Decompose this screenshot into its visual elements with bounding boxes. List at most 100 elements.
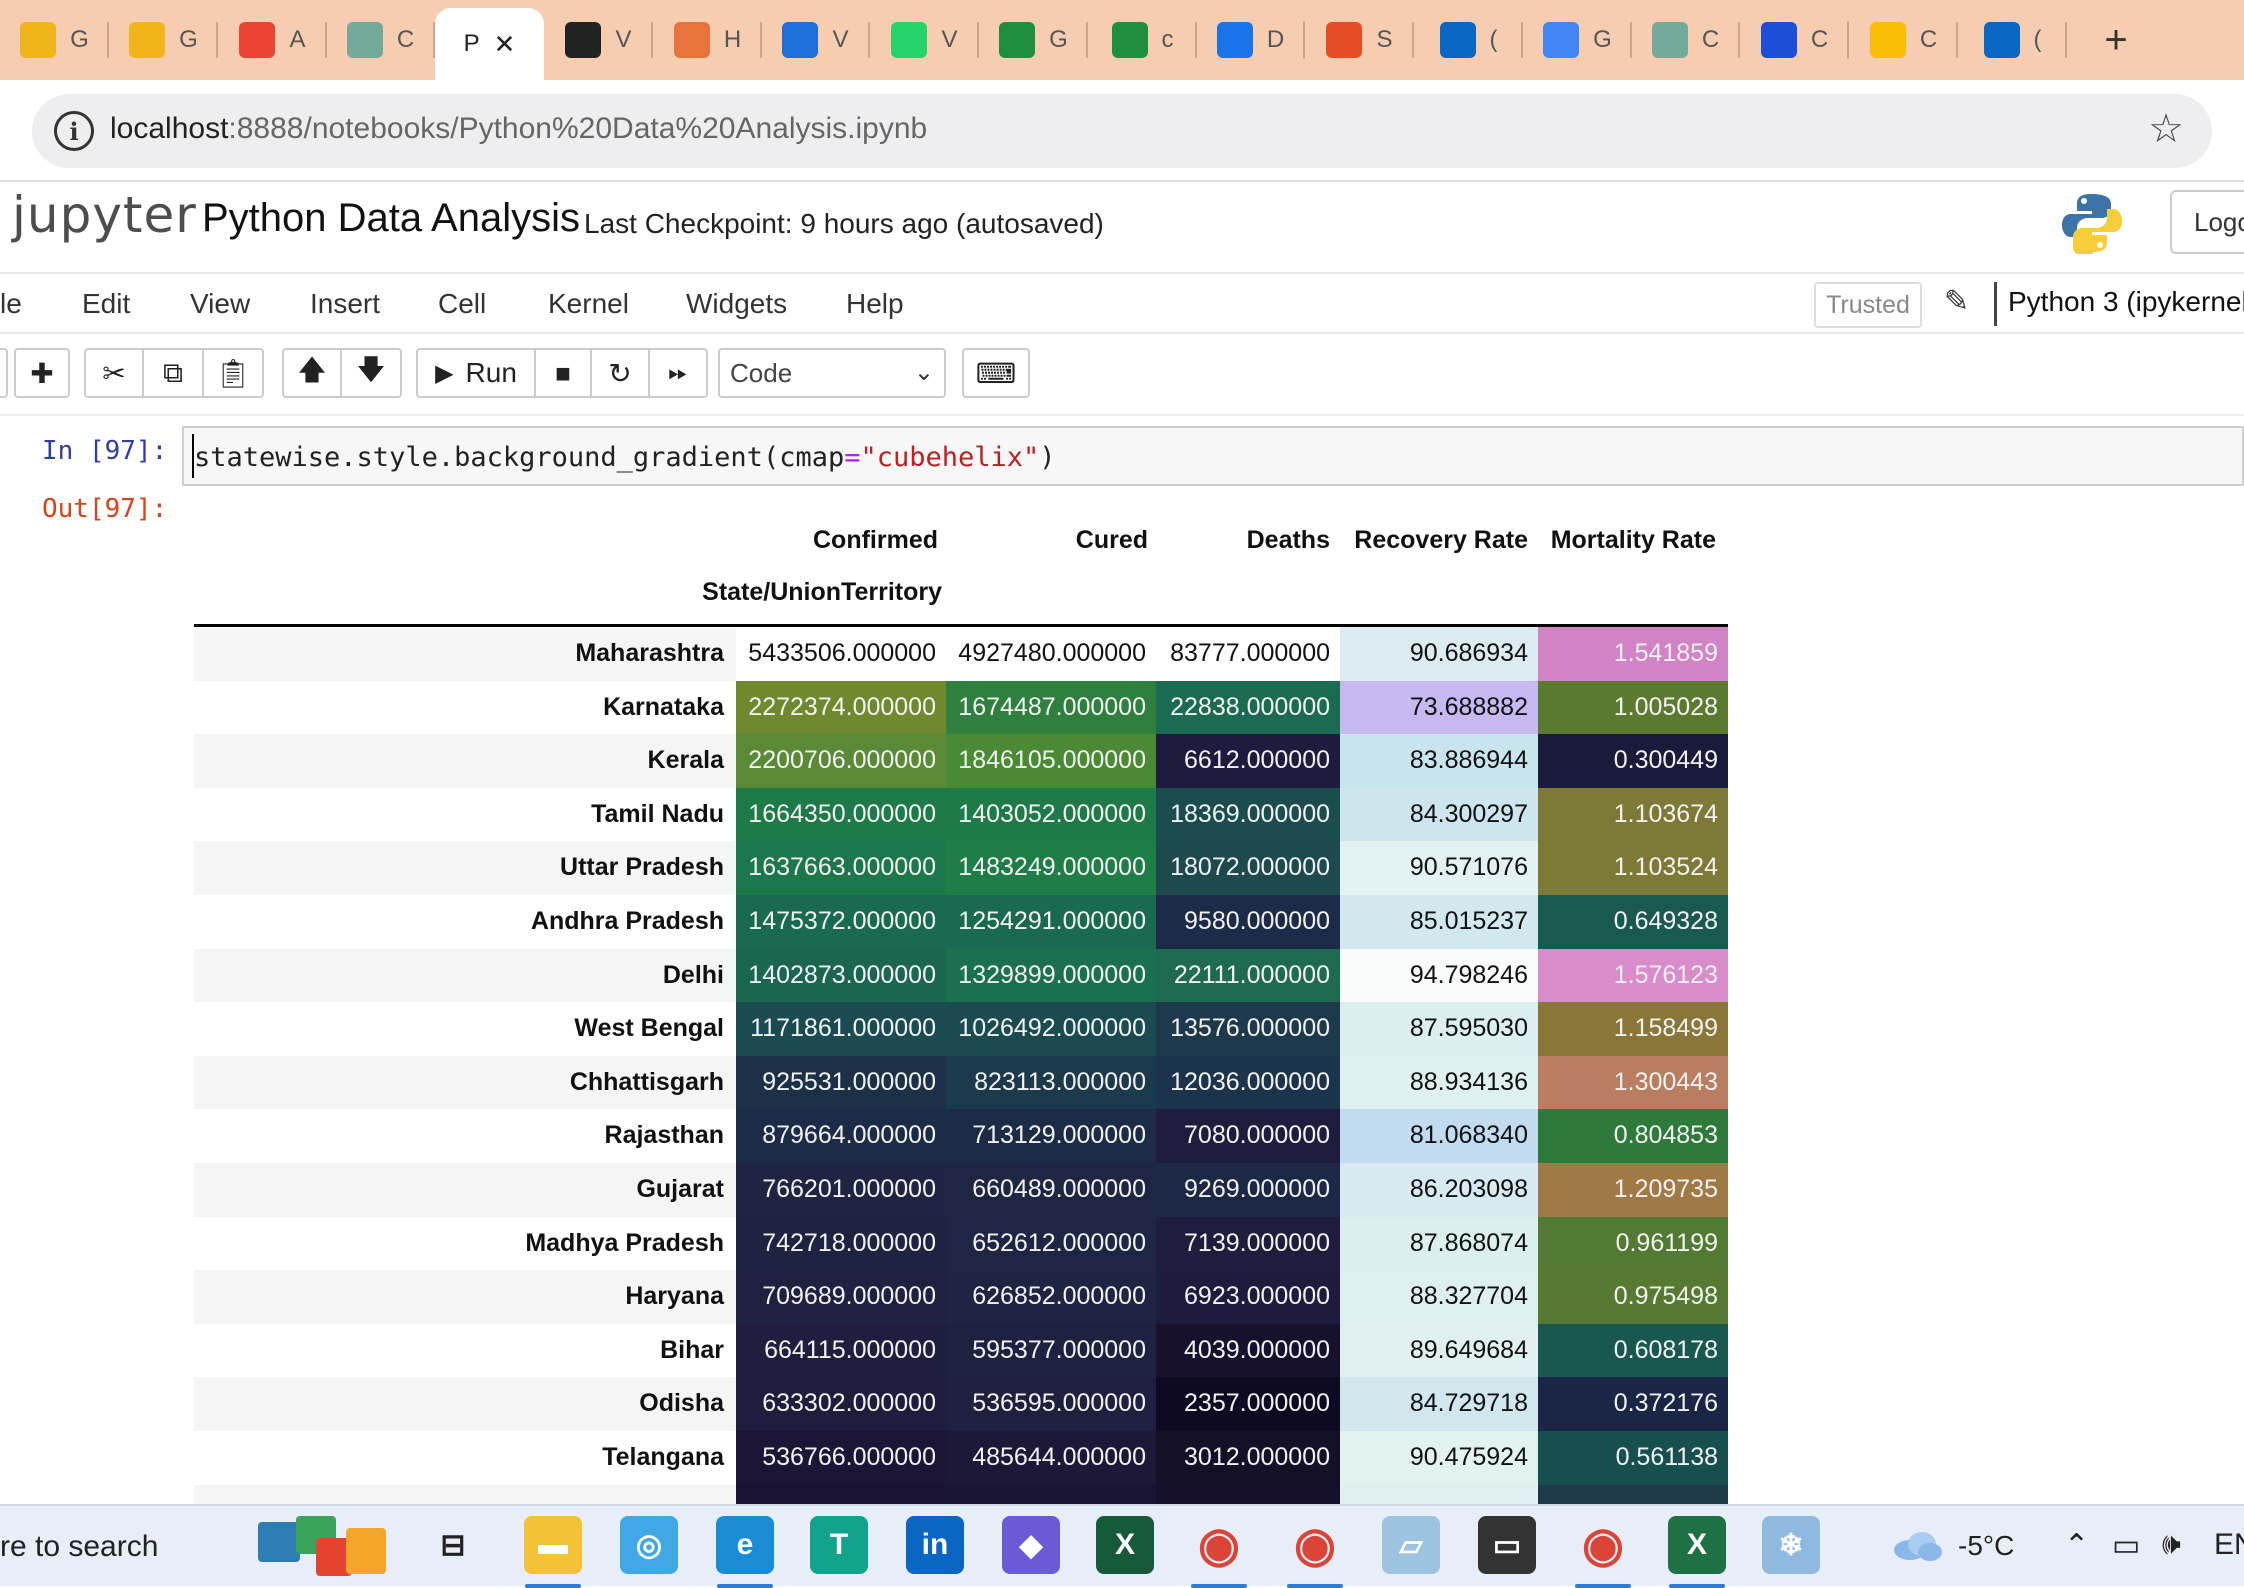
teams-t-icon[interactable]: T bbox=[810, 1516, 868, 1574]
jupyter-logo[interactable]: jupyter bbox=[12, 186, 197, 244]
browser-tab-3[interactable]: A bbox=[218, 0, 327, 80]
stop-icon: ■ bbox=[555, 357, 571, 388]
browser-tab-14[interactable]: ( bbox=[1414, 0, 1523, 80]
command-palette-button[interactable]: ⌨ bbox=[962, 348, 1030, 398]
volume-icon[interactable]: 🕪︎ bbox=[2162, 1528, 2181, 1562]
site-info-icon[interactable]: i bbox=[54, 111, 94, 151]
menu-widgets[interactable]: Widgets bbox=[686, 288, 787, 320]
paste-icon: 📋︎ bbox=[215, 357, 251, 389]
table-row: Odisha 633302.000000 536595.000000 2357.000… bbox=[194, 1377, 1728, 1431]
move-up-button[interactable]: 🡅 bbox=[282, 348, 342, 398]
table-row: Haryana 709689.000000 626852.000000 6923.00… bbox=[194, 1270, 1728, 1324]
code-text[interactable]: statewise.style.background_gradient(cmap… bbox=[194, 442, 1056, 473]
menu-file[interactable]: le bbox=[0, 288, 22, 320]
excel-icon[interactable]: X bbox=[1668, 1516, 1726, 1574]
notes-icon[interactable]: ▱ bbox=[1382, 1516, 1440, 1574]
browser-tab-9[interactable]: V bbox=[870, 0, 979, 80]
new-tab-button[interactable]: + bbox=[2090, 14, 2142, 66]
tab-title: S bbox=[1376, 26, 1393, 53]
row-index-label: Delhi bbox=[194, 948, 736, 1003]
file-explorer-icon[interactable]: ▬ bbox=[524, 1516, 582, 1574]
address-bar[interactable]: i localhost:8888/notebooks/Python%20Data… bbox=[32, 94, 2212, 168]
row-index-label: Andhra Pradesh bbox=[194, 894, 736, 949]
restart-button[interactable]: ↻ bbox=[590, 348, 650, 398]
battery-icon[interactable]: ▭ bbox=[2112, 1528, 2140, 1563]
browser-tab-7[interactable]: H bbox=[653, 0, 762, 80]
cortana-icon[interactable]: ◎ bbox=[620, 1516, 678, 1574]
kernel-name[interactable]: Python 3 (ipykernel) bbox=[2008, 286, 2244, 318]
browser-tab-10[interactable]: G bbox=[979, 0, 1088, 80]
chrome-profile-icon[interactable]: ◉ bbox=[1286, 1516, 1344, 1574]
menu-kernel[interactable]: Kernel bbox=[548, 288, 629, 320]
copy-button[interactable]: ⧉ bbox=[142, 348, 204, 398]
browser-tab-4[interactable]: C bbox=[326, 0, 435, 80]
menu-edit[interactable]: Edit bbox=[82, 288, 130, 320]
browser-tab-6[interactable]: V bbox=[544, 0, 653, 80]
save-button[interactable] bbox=[0, 348, 8, 398]
cell-confirmed: 5433506.000000 bbox=[736, 627, 946, 681]
close-tab-icon[interactable]: ✕ bbox=[494, 29, 516, 60]
menu-view[interactable]: View bbox=[190, 288, 250, 320]
insert-cell-button[interactable]: ✚ bbox=[14, 348, 70, 398]
browser-tab-15[interactable]: G bbox=[1523, 0, 1632, 80]
temperature[interactable]: -5°C bbox=[1958, 1530, 2014, 1562]
copilot-icon[interactable]: ◆ bbox=[1002, 1516, 1060, 1574]
paste-button[interactable]: 📋︎ bbox=[202, 348, 264, 398]
cut-button[interactable]: ✂ bbox=[84, 348, 144, 398]
browser-tab-19[interactable]: ( bbox=[1958, 0, 2067, 80]
bookmark-star-icon[interactable]: ☆ bbox=[2148, 106, 2184, 152]
restart-run-all-button[interactable]: ⏩︎ bbox=[648, 348, 708, 398]
cell-deaths: 7080.000000 bbox=[1156, 1109, 1340, 1163]
interrupt-button[interactable]: ■ bbox=[534, 348, 592, 398]
linkedin-icon[interactable]: in bbox=[906, 1516, 964, 1574]
browser-tab-11[interactable]: c bbox=[1088, 0, 1197, 80]
tab-title: D bbox=[1266, 26, 1285, 53]
chrome-profile-2-icon[interactable]: ◉ bbox=[1574, 1516, 1632, 1574]
taskbar-search[interactable]: re to search bbox=[0, 1530, 158, 1564]
browser-tab-13[interactable]: S bbox=[1305, 0, 1414, 80]
move-down-button[interactable]: 🡇 bbox=[340, 348, 402, 398]
row-index-label: West Bengal bbox=[194, 1002, 736, 1056]
snowflake-icon[interactable]: ❄ bbox=[1762, 1516, 1820, 1574]
code-cell-input[interactable]: statewise.style.background_gradient(cmap… bbox=[182, 426, 2244, 486]
run-label: Run bbox=[465, 357, 517, 388]
browser-tab-18[interactable]: C bbox=[1849, 0, 1958, 80]
browser-tab-17[interactable]: C bbox=[1740, 0, 1849, 80]
menu-help[interactable]: Help bbox=[846, 288, 904, 320]
url-path: :8888/notebooks/Python%20Data%20Analysis… bbox=[228, 112, 928, 145]
tab-title: G bbox=[1049, 26, 1068, 53]
notebook-title[interactable]: Python Data Analysis bbox=[202, 196, 580, 241]
chevron-up-icon[interactable]: ⌃ bbox=[2064, 1528, 2089, 1563]
search-highlight-puzzle-icon[interactable] bbox=[256, 1512, 390, 1580]
table-row: Uttar Pradesh 1637663.000000 1483249.00000… bbox=[194, 841, 1728, 895]
python-logo-icon bbox=[2062, 194, 2122, 254]
browser-tab-2[interactable]: G bbox=[109, 0, 218, 80]
logout-button[interactable]: Logo bbox=[2170, 190, 2244, 254]
run-button[interactable]: ▶ Run bbox=[416, 348, 536, 398]
browser-tab-5[interactable]: P ✕ bbox=[435, 8, 544, 80]
cell-recovery-rate: 87.595030 bbox=[1340, 1002, 1538, 1056]
browser-tab-16[interactable]: C bbox=[1631, 0, 1740, 80]
task-view-icon[interactable]: ⊟ bbox=[424, 1516, 482, 1574]
menu-insert[interactable]: Insert bbox=[310, 288, 380, 320]
cell-mortality-rate: 1.158499 bbox=[1538, 1002, 1728, 1056]
terminal-icon[interactable]: ▭ bbox=[1478, 1516, 1536, 1574]
browser-tab-12[interactable]: D bbox=[1196, 0, 1305, 80]
excel-x-icon[interactable]: X bbox=[1096, 1516, 1154, 1574]
edit-pencil-icon[interactable]: ✎ bbox=[1944, 284, 1969, 319]
cell-type-select[interactable]: Code ⌄ bbox=[718, 348, 946, 398]
menu-cell[interactable]: Cell bbox=[438, 288, 486, 320]
edge-icon[interactable]: e bbox=[716, 1516, 774, 1574]
loading-icon bbox=[673, 22, 710, 58]
cloud-icon[interactable] bbox=[1890, 1528, 1944, 1562]
plus-icon: ✚ bbox=[30, 357, 54, 389]
cell-confirmed: 2200706.000000 bbox=[736, 734, 946, 788]
language-indicator[interactable]: EN bbox=[2214, 1528, 2244, 1562]
tab-title: V bbox=[832, 26, 849, 53]
browser-tab-8[interactable]: V bbox=[761, 0, 870, 80]
trusted-badge[interactable]: Trusted bbox=[1814, 282, 1922, 328]
browser-tab-1[interactable]: G bbox=[0, 0, 109, 80]
chrome-icon[interactable]: ◉ bbox=[1190, 1516, 1248, 1574]
url-text[interactable]: localhost:8888/notebooks/Python%20Data%2… bbox=[110, 112, 927, 146]
cell-deaths: 12036.000000 bbox=[1156, 1055, 1340, 1110]
